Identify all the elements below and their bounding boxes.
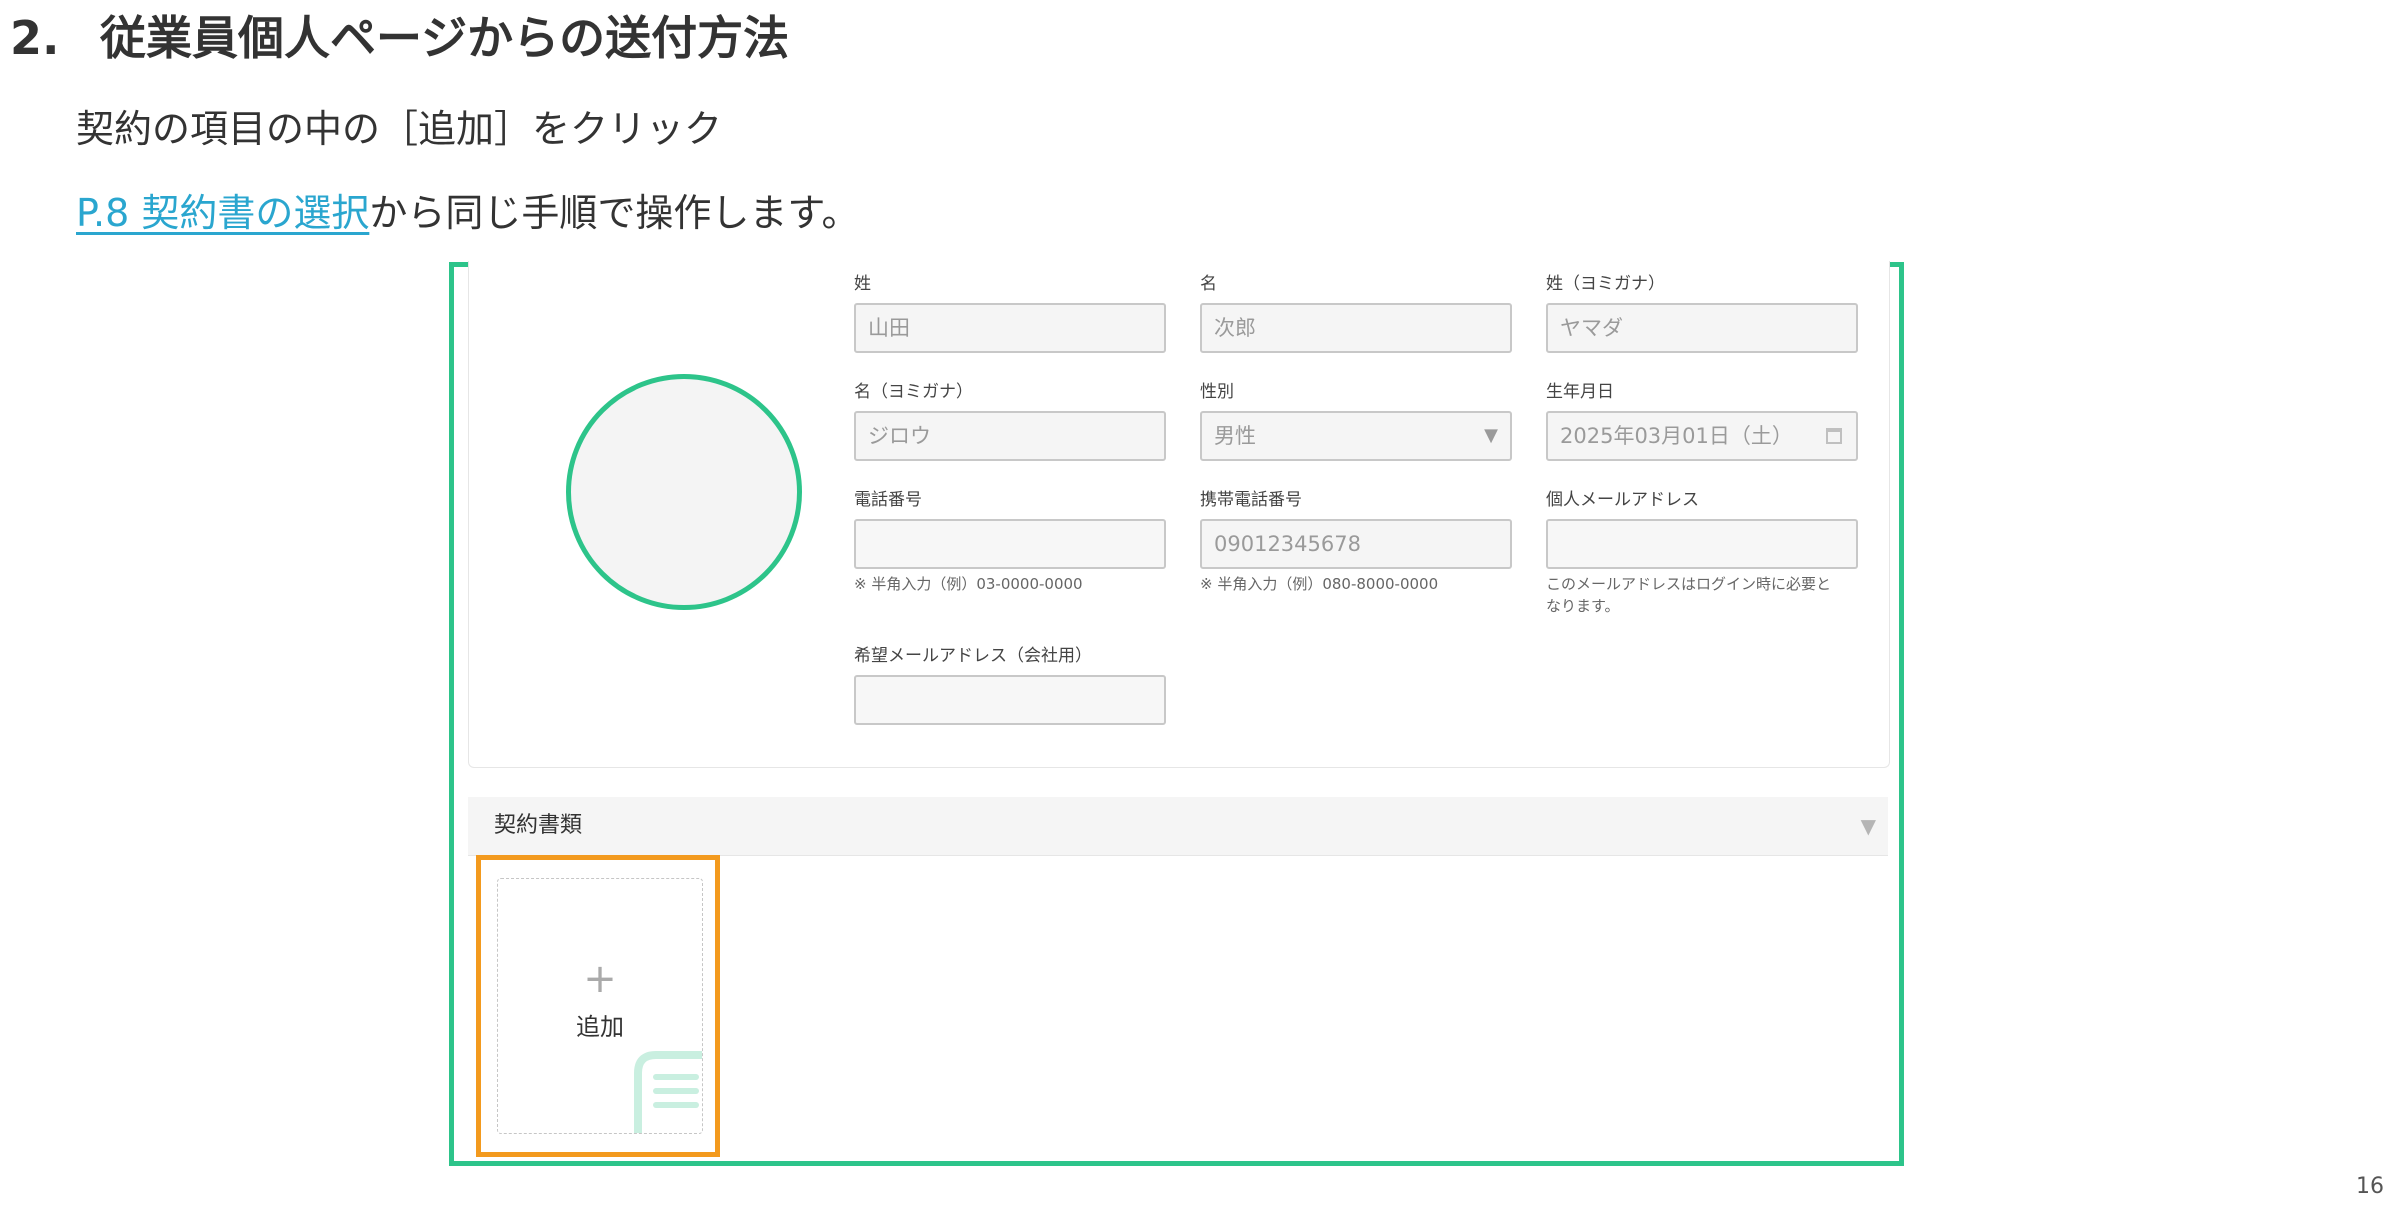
instruction-text: 契約の項目の中の［追加］をクリック: [76, 107, 723, 151]
gender-label: 性別: [1200, 382, 1234, 402]
screenshot-highlight-frame: 姓 山田 名 次郎 姓（ヨミガナ） ヤマダ 名（ヨミガナ） ジロウ 性別 男性 …: [449, 261, 1904, 1166]
chevron-down-icon[interactable]: ▼: [1861, 797, 1876, 855]
mobile-field: 携帯電話番号 09012345678 ※ 半角入力（例）080-8000-000…: [1200, 489, 1512, 595]
phone-hint: ※ 半角入力（例）03-0000-0000: [854, 575, 1083, 593]
reference-suffix: から同じ手順で操作します。: [369, 191, 860, 235]
last-name-label: 姓: [854, 274, 871, 294]
last-name-input[interactable]: 山田: [854, 303, 1166, 353]
birthday-input[interactable]: 2025年03月01日（土）: [1546, 411, 1858, 461]
first-name-kana-label: 名（ヨミガナ）: [854, 382, 973, 402]
first-name-label: 名: [1200, 274, 1217, 294]
gender-select[interactable]: 男性 ▼: [1200, 411, 1512, 461]
add-contract-button[interactable]: + 追加: [497, 878, 703, 1134]
page-number: 16: [2356, 1174, 2384, 1199]
mobile-hint: ※ 半角入力（例）080-8000-0000: [1200, 575, 1439, 593]
chevron-down-icon: ▼: [1484, 425, 1498, 446]
calendar-icon[interactable]: [1826, 428, 1842, 444]
contract-section-header[interactable]: 契約書類 ▼: [468, 797, 1888, 856]
reference-line: P.8 契約書の選択から同じ手順で操作します。: [76, 188, 860, 238]
work-email-label: 希望メールアドレス（会社用）: [854, 646, 1092, 666]
gender-value: 男性: [1214, 424, 1256, 448]
last-name-field: 姓 山田: [854, 273, 1166, 353]
reference-link[interactable]: P.8 契約書の選択: [76, 191, 369, 235]
first-name-input[interactable]: 次郎: [1200, 303, 1512, 353]
personal-email-input[interactable]: [1546, 519, 1858, 569]
section-title: 従業員個人ページからの送付方法: [100, 11, 790, 65]
add-highlight-frame: + 追加: [476, 855, 720, 1157]
first-name-kana-input[interactable]: ジロウ: [854, 411, 1166, 461]
first-name-field: 名 次郎: [1200, 273, 1512, 353]
section-number: 2.: [10, 11, 60, 65]
birthday-field: 生年月日 2025年03月01日（土）: [1546, 381, 1858, 461]
personal-email-label: 個人メールアドレス: [1546, 490, 1699, 510]
last-name-kana-label: 姓（ヨミガナ）: [1546, 274, 1665, 294]
last-name-kana-field: 姓（ヨミガナ） ヤマダ: [1546, 273, 1858, 353]
mobile-input[interactable]: 09012345678: [1200, 519, 1512, 569]
profile-card: 姓 山田 名 次郎 姓（ヨミガナ） ヤマダ 名（ヨミガナ） ジロウ 性別 男性 …: [468, 261, 1890, 768]
contract-section-title: 契約書類: [494, 813, 583, 838]
document-icon: [634, 1051, 702, 1133]
plus-icon: +: [583, 956, 617, 1002]
phone-label: 電話番号: [854, 490, 922, 510]
mobile-label: 携帯電話番号: [1200, 490, 1302, 510]
section-heading: 2. 従業員個人ページからの送付方法: [10, 6, 789, 70]
work-email-field: 希望メールアドレス（会社用）: [854, 645, 1166, 725]
personal-email-hint: このメールアドレスはログイン時に必要と なります。: [1546, 575, 1832, 615]
first-name-kana-field: 名（ヨミガナ） ジロウ: [854, 381, 1166, 461]
birthday-value: 2025年03月01日（土）: [1560, 424, 1793, 448]
phone-input[interactable]: [854, 519, 1166, 569]
personal-email-field: 個人メールアドレス このメールアドレスはログイン時に必要と なります。: [1546, 489, 1858, 617]
birthday-label: 生年月日: [1546, 382, 1614, 402]
phone-field: 電話番号 ※ 半角入力（例）03-0000-0000: [854, 489, 1166, 595]
add-label: 追加: [576, 1013, 624, 1041]
avatar[interactable]: [566, 374, 802, 610]
last-name-kana-input[interactable]: ヤマダ: [1546, 303, 1858, 353]
work-email-input[interactable]: [854, 675, 1166, 725]
gender-field: 性別 男性 ▼: [1200, 381, 1512, 461]
